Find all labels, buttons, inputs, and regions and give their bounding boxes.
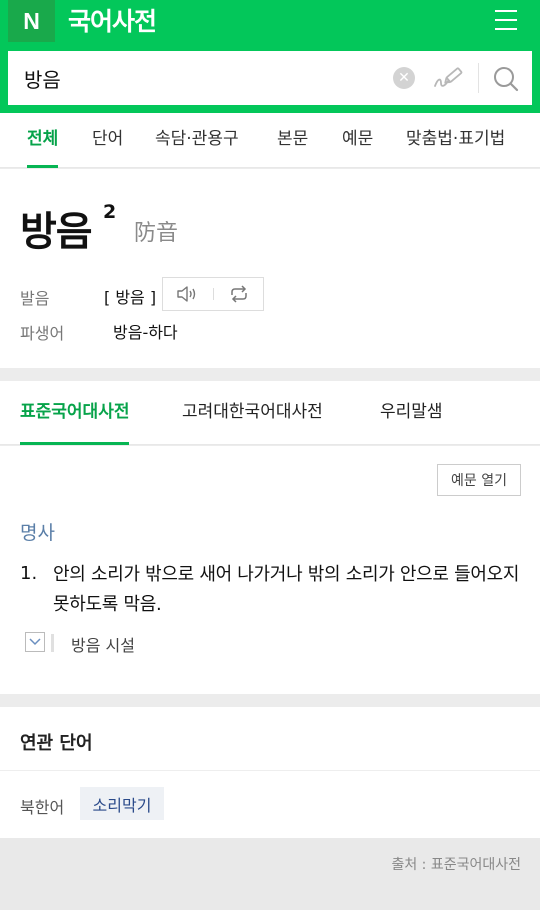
service-title[interactable]: 국어사전 [68,2,157,38]
meaning-section: 예문 열기 명사 1. 안의 소리가 밖으로 새어 나가거나 밖의 소리가 안으… [0,446,540,694]
part-of-speech: 명사 [20,522,55,544]
tab-proverb-idiom[interactable]: 속담·관용구 [155,113,239,168]
hamburger-icon[interactable] [495,10,519,32]
entry-card: 방음 2 防音 발음 [ 방음 ] 파생어 방음-하다 [0,169,540,368]
speaker-icon[interactable] [163,278,213,310]
tab-korea-univ-dictionary[interactable]: 고려대한국어대사전 [182,381,323,445]
open-examples-button[interactable]: 예문 열기 [437,464,521,496]
repeat-icon[interactable] [214,278,264,310]
homonym-number: 2 [103,201,117,223]
tab-spelling[interactable]: 맞춤법·표기법 [406,113,505,168]
tab-all[interactable]: 전체 [27,113,59,168]
header: N 국어사전 ✕ [0,0,540,113]
chevron-down-icon[interactable] [25,632,45,652]
pronunciation-controls [162,277,264,311]
definition-number: 1. [20,563,38,584]
related-word-type: 북한어 [20,798,65,817]
search-divider [478,63,479,93]
clear-icon[interactable]: ✕ [393,67,415,89]
search-input[interactable] [24,51,384,105]
derivative-label: 파생어 [20,324,65,343]
category-tabs: 전체 단어 속담·관용구 본문 예문 맞춤법·표기법 [0,113,540,168]
naver-logo[interactable]: N [8,0,55,42]
related-divider [0,770,540,771]
pronunciation-label: 발음 [20,289,50,308]
related-words-section: 연관 단어 북한어 소리막기 [0,707,540,838]
headword: 방음 [20,209,93,255]
derivative-link[interactable]: 방음-하다 [113,319,178,343]
footer: 출처 : 표준국어대사전 [0,838,540,910]
definition-text: 안의 소리가 밖으로 새어 나가거나 밖의 소리가 안으로 들어오지 못하도록 … [53,564,520,615]
hanja: 防音 [134,221,179,246]
related-words-title: 연관 단어 [20,733,93,754]
search-icon[interactable] [491,64,521,94]
related-word-chip[interactable]: 소리막기 [80,787,164,820]
tab-urimalsaem[interactable]: 우리말샘 [380,381,443,445]
tab-word[interactable]: 단어 [92,113,123,168]
sub-example: 방음 시설 [71,636,135,655]
source-credit: 출처 : 표준국어대사전 [391,857,521,873]
search-box: ✕ [8,51,532,105]
handwriting-pen-icon[interactable] [432,64,464,92]
tab-example[interactable]: 예문 [342,113,373,168]
tab-text[interactable]: 본문 [277,113,308,168]
pronunciation-text: [ 방음 ] [104,288,157,307]
dictionary-tabs: 표준국어대사전 고려대한국어대사전 우리말샘 [0,381,540,445]
example-bar [51,634,54,652]
tab-standard-dictionary[interactable]: 표준국어대사전 [20,381,130,445]
